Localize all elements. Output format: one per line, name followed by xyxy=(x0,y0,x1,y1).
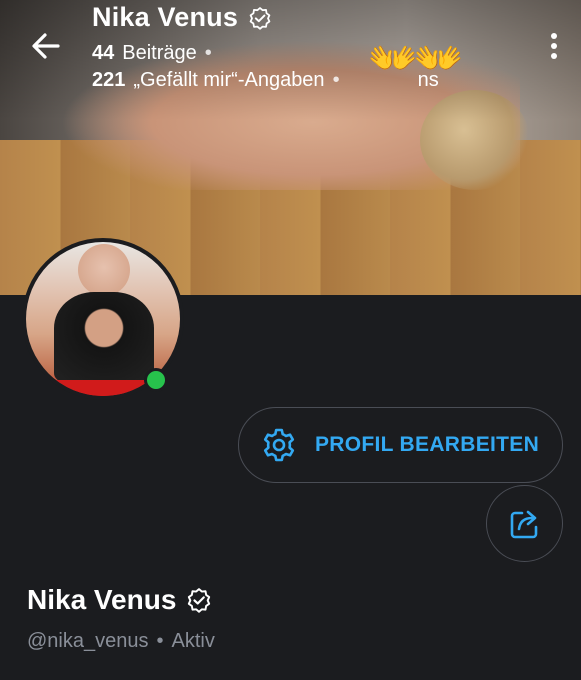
open-hands-emoji: 👐👐 xyxy=(368,34,464,84)
posts-label: Beiträge xyxy=(122,42,197,64)
profile-handle: @nika_venus xyxy=(27,630,149,652)
share-icon xyxy=(510,510,537,538)
likes-label: „Gefällt mir“-Angaben xyxy=(133,69,325,91)
edit-profile-label: PROFIL BEARBEITEN xyxy=(315,433,540,456)
verified-icon xyxy=(249,6,271,30)
edit-profile-button[interactable]: PROFIL BEARBEITEN xyxy=(238,407,563,483)
activity-status: Aktiv xyxy=(171,630,215,652)
gear-icon xyxy=(263,428,295,462)
open-hands-emoji-1: 👐 xyxy=(368,37,418,81)
verified-icon xyxy=(188,588,211,613)
more-vertical-icon xyxy=(551,33,557,59)
profile-name: Nika Venus xyxy=(27,584,177,615)
separator-dot: • xyxy=(156,630,164,652)
likes-count: 221 xyxy=(92,69,126,91)
separator-dot: • xyxy=(204,42,212,64)
share-profile-button[interactable] xyxy=(486,485,563,562)
online-status-dot xyxy=(144,368,168,392)
avatar-head xyxy=(78,244,130,296)
more-menu-button[interactable] xyxy=(544,28,564,64)
separator-dot: • xyxy=(332,69,340,91)
header-title: Nika Venus xyxy=(92,2,272,33)
arrow-left-icon xyxy=(32,33,60,59)
profile-name-row: Nika Venus xyxy=(27,584,212,616)
avatar-outfit xyxy=(54,292,154,382)
posts-count: 44 xyxy=(92,42,115,64)
back-button[interactable] xyxy=(28,28,64,64)
handle-row: @nika_venus • Aktiv xyxy=(27,630,215,653)
open-hands-emoji-2: 👐 xyxy=(413,37,464,81)
header-name: Nika Venus xyxy=(92,2,239,32)
